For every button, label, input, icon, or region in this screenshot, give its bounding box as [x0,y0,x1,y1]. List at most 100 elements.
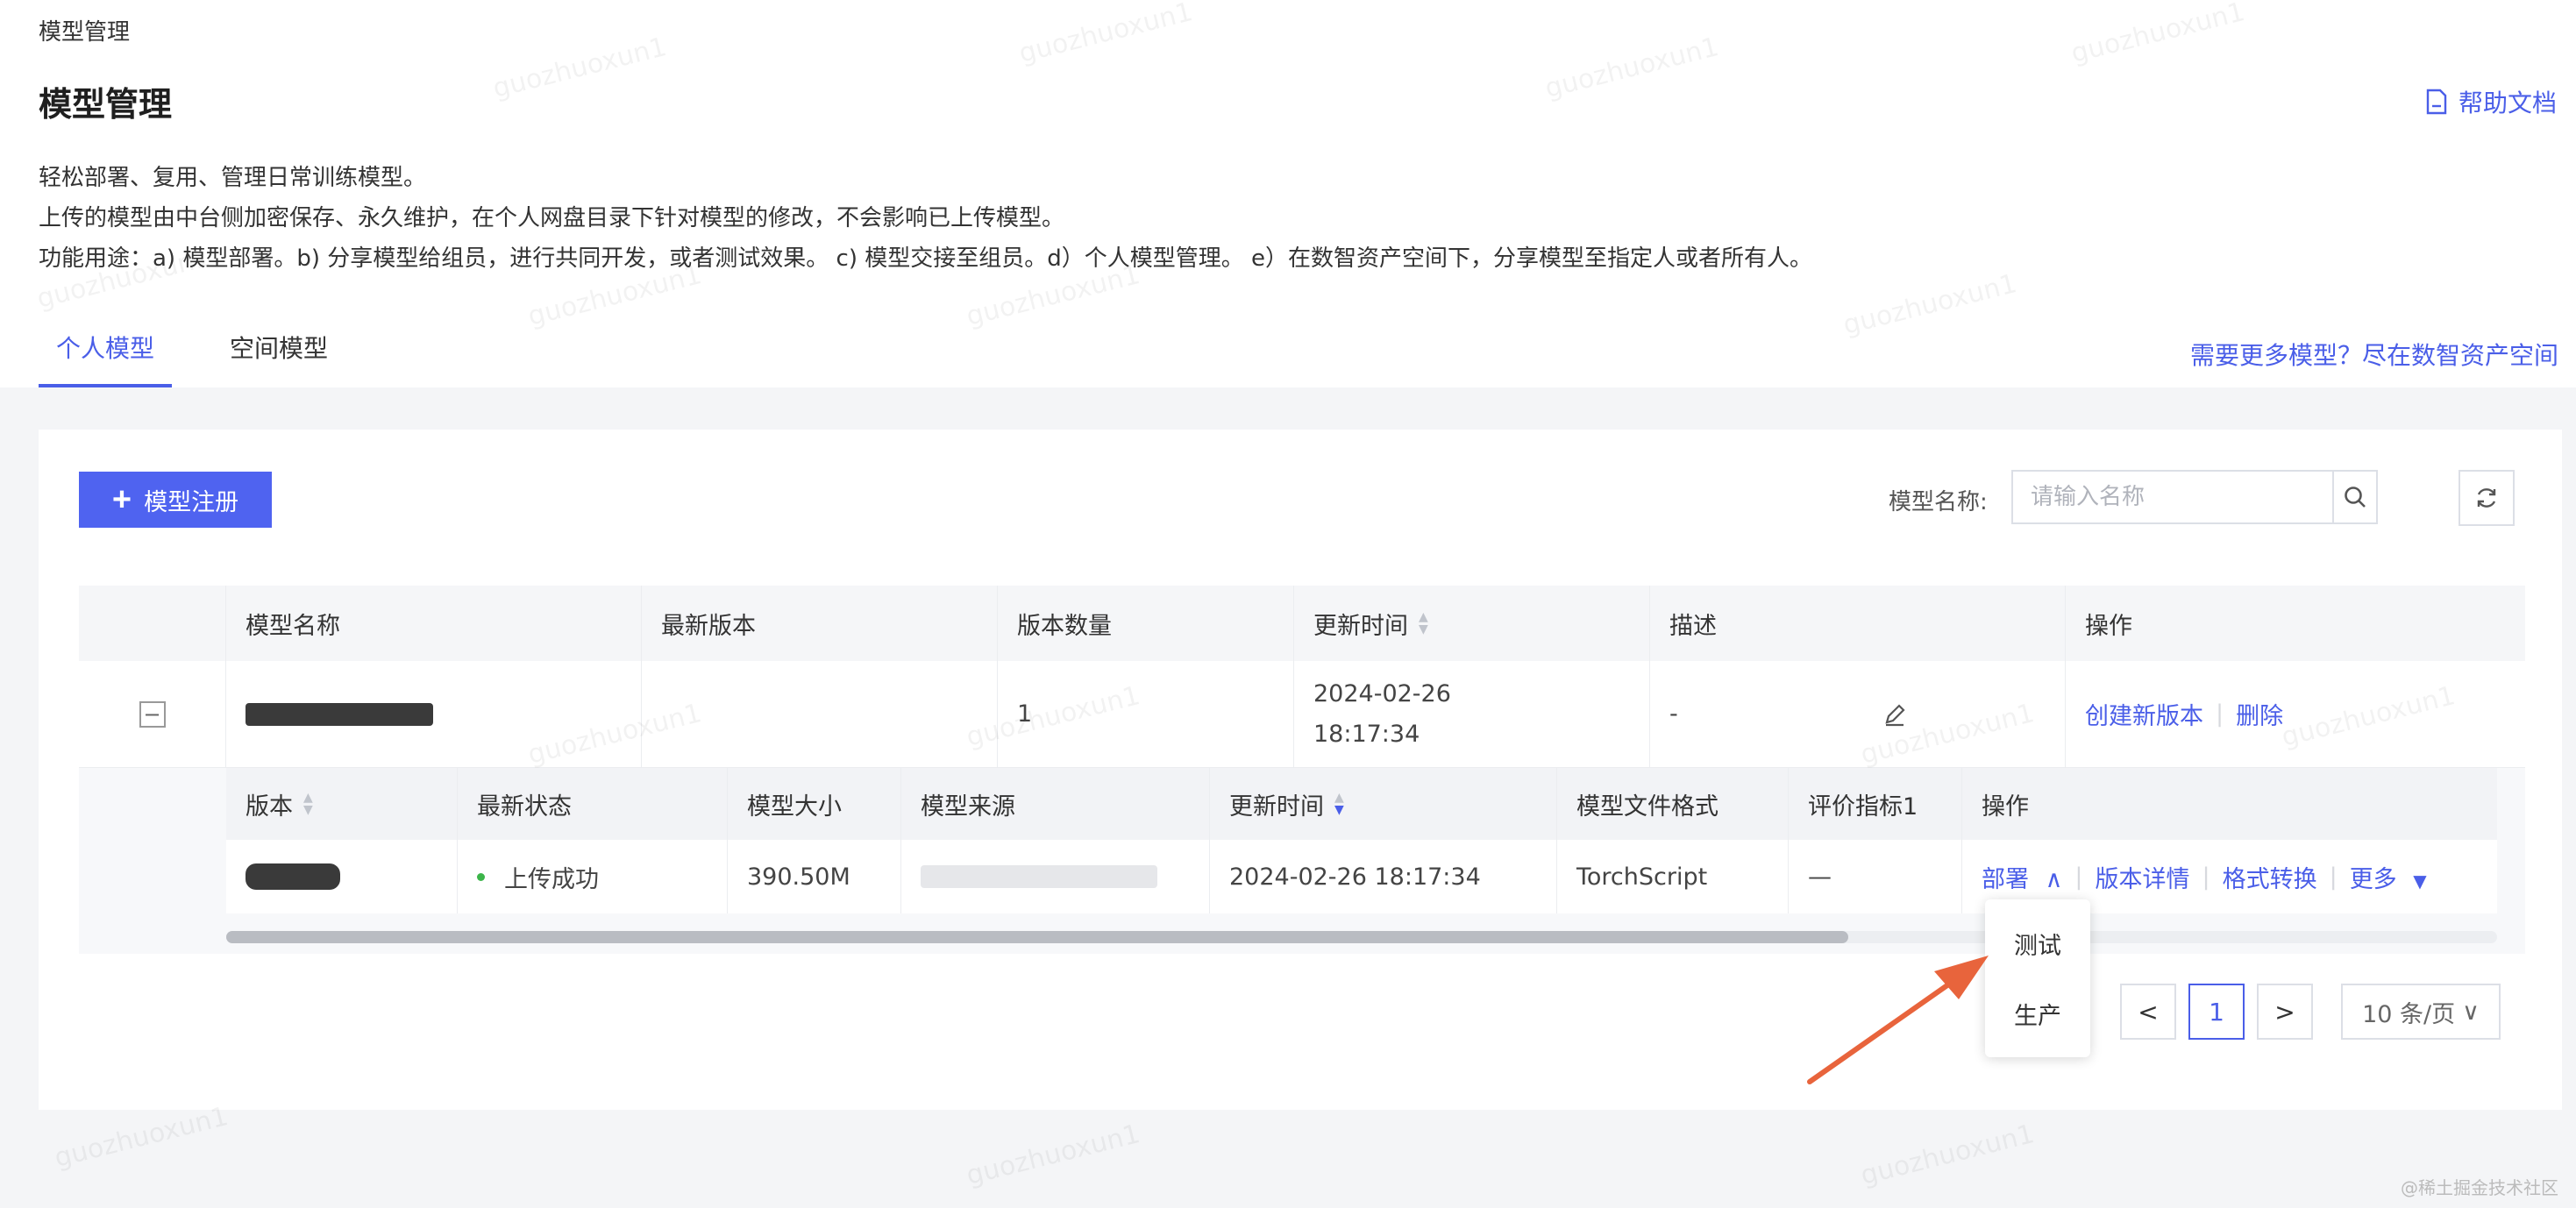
version-detail-link[interactable]: 版本详情 [2095,860,2189,894]
sub-header-format: 模型文件格式 [1557,768,1789,840]
model-name-search-input[interactable] [2013,472,2332,522]
action-separator: | [2329,863,2338,891]
status-cell: 上传成功 [458,840,728,913]
header-version-count: 版本数量 [998,586,1294,661]
model-list-card: + 模型注册 模型名称: 模型名称 最新版本 版本数量 更新时间 ▲▼ [39,430,2562,1110]
register-model-button[interactable]: + 模型注册 [79,472,272,528]
version-subtable-container: 版本 ▲ ▼ 最新状态 模型大小 模型来源 更新时间 ▲ ▼ 模型文件格式 评价指标… [79,768,2525,954]
deploy-link: 部署 [1982,865,2029,893]
format-cell: TorchScript [1557,840,1789,913]
page-size-select[interactable]: 10 条/页 ∨ [2341,984,2501,1040]
deploy-menu: 测试 生产 [1985,899,2090,1057]
deploy-menu-item-production[interactable]: 生产 [1985,978,2090,1048]
redacted-model-name [246,702,433,726]
deploy-menu-item-test[interactable]: 测试 [1985,908,2090,978]
more-dropdown-trigger[interactable]: 更多 ▼ [2350,860,2427,894]
page-header: 模型管理 模型管理 帮助文档 轻松部署、复用、管理日常训练模型。 上传的模型由中… [0,0,2576,387]
header-description: 描述 [1650,586,2066,661]
search-box [2011,470,2378,524]
description-cell: - [1650,661,2066,767]
sub-header-version-label: 版本 [246,792,293,821]
sub-header-status: 最新状态 [458,768,728,840]
action-separator: | [2202,863,2210,891]
sort-icon[interactable]: ▲ ▼ [1419,611,1428,636]
document-icon [2426,89,2447,115]
page-number-button[interactable]: 1 [2188,984,2245,1040]
model-table: 模型名称 最新版本 版本数量 更新时间 ▲ ▼ 描述 操作 − 1 2024-02… [79,586,2525,954]
version-subtable: 版本 ▲ ▼ 最新状态 模型大小 模型来源 更新时间 ▲ ▼ 模型文件格式 评价指标… [226,768,2497,917]
row-actions-cell: 创建新版本 | 删除 [2066,661,2525,767]
create-version-link[interactable]: 创建新版本 [2085,697,2203,731]
breadcrumb[interactable]: 模型管理 [39,14,130,46]
latest-version-cell [642,661,998,767]
header-updated-time-label: 更新时间 [1313,612,1408,640]
size-cell: 390.50M [728,840,901,913]
more-models-link[interactable]: 需要更多模型？尽在数智资产空间 [2190,337,2558,372]
description-line-2: 上传的模型由中台侧加密保存、永久维护，在个人网盘目录下针对模型的修改，不会影响已… [39,205,1065,231]
help-docs-link[interactable]: 帮助文档 [2425,84,2557,119]
tab-bar: 个人模型 空间模型 [39,321,386,387]
search-icon [2345,487,2366,508]
delete-link[interactable]: 删除 [2236,697,2283,731]
updated-cell: 2024-02-26 18:17:34 [1210,840,1557,913]
updated-date: 2024-02-26 [1313,679,1451,707]
sub-header-size: 模型大小 [728,768,901,840]
redacted-version [246,863,340,890]
description-value: - [1669,700,1678,728]
sub-header-metric: 评价指标1 [1789,768,1962,840]
chevron-left-icon: < [2138,997,2159,1027]
sort-icon[interactable]: ▲ ▼ [1334,792,1344,816]
footer-watermark: @稀土掘金技术社区 [2401,1177,2558,1198]
metric-cell: — [1789,840,1962,913]
redacted-source [921,865,1157,888]
watermark: guozhuoxun1 [963,1119,1143,1191]
caret-down-icon: ▼ [2413,870,2427,892]
sub-header-updated[interactable]: 更新时间 ▲ ▼ [1210,768,1557,840]
watermark: guozhuoxun1 [1857,1119,2038,1191]
version-row: 上传成功 390.50M 2024-02-26 18:17:34 TorchSc… [226,840,2497,913]
page-title: 模型管理 [39,85,173,124]
header-model-name: 模型名称 [226,586,642,661]
horizontal-scrollbar[interactable] [226,931,2497,943]
search-label: 模型名称: [1889,489,1988,515]
success-dot-icon [477,872,485,881]
action-separator: | [2216,700,2224,728]
subtable-header: 版本 ▲ ▼ 最新状态 模型大小 模型来源 更新时间 ▲ ▼ 模型文件格式 评价指标… [226,768,2497,840]
action-separator: | [2074,863,2083,891]
updated-time: 18:17:34 [1313,720,1420,748]
next-page-button[interactable]: > [2257,984,2313,1040]
sort-icon[interactable]: ▲ ▼ [303,792,313,816]
sub-header-updated-label: 更新时间 [1229,792,1324,821]
sub-header-source: 模型来源 [901,768,1210,840]
plus-icon: + [111,481,132,518]
model-name-cell [226,661,642,767]
prev-page-button[interactable]: < [2120,984,2176,1040]
tab-personal-models[interactable]: 个人模型 [39,321,173,387]
collapse-icon[interactable]: − [139,700,166,728]
description: 轻松部署、复用、管理日常训练模型。 上传的模型由中台侧加密保存、永久维护，在个人… [39,158,1812,279]
search-button[interactable] [2332,472,2376,522]
sub-header-actions: 操作 [1982,792,2029,821]
help-docs-label: 帮助文档 [2458,89,2557,117]
scrollbar-thumb[interactable] [226,931,1848,943]
page-size-value: 10 条/页 [2362,1000,2456,1028]
source-cell [901,840,1210,913]
register-model-label: 模型注册 [144,488,239,515]
format-convert-link[interactable]: 格式转换 [2223,860,2317,894]
description-line-1: 轻松部署、复用、管理日常训练模型。 [39,165,427,191]
deploy-dropdown-trigger[interactable]: 部署 ∧ [1982,860,2062,894]
version-cell [226,840,458,913]
header-actions: 操作 [2085,612,2132,640]
updated-time-cell: 2024-02-26 18:17:34 [1294,661,1650,767]
header-updated-time[interactable]: 更新时间 ▲ ▼ [1294,586,1650,661]
status-value: 上传成功 [504,865,599,893]
header-latest-version: 最新版本 [642,586,998,661]
table-header: 模型名称 最新版本 版本数量 更新时间 ▲ ▼ 描述 操作 [79,586,2525,661]
more-link: 更多 [2349,865,2397,893]
chevron-down-icon: ∨ [2462,998,2480,1026]
edit-icon[interactable] [1882,702,1907,727]
tab-space-models[interactable]: 空间模型 [212,321,345,387]
expand-cell: − [79,661,226,767]
sub-header-version[interactable]: 版本 ▲ ▼ [226,768,458,840]
refresh-button[interactable] [2459,470,2515,526]
